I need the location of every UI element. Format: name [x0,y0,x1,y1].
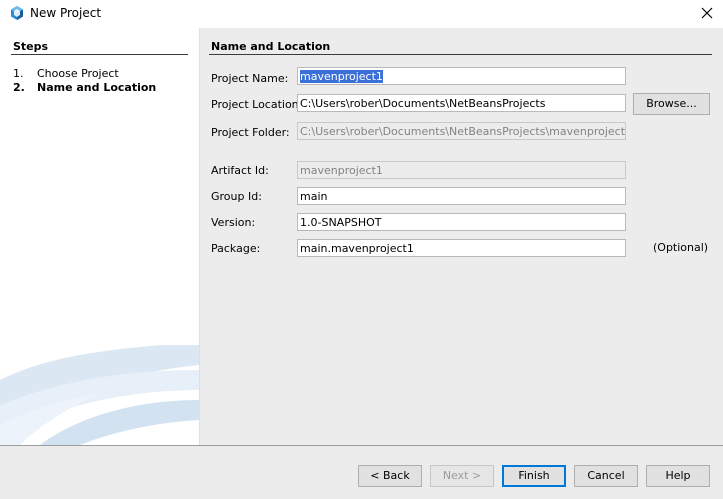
version-label: Version: [211,216,256,229]
name-location-panel: Name and Location Project Name: mavenpro… [200,28,723,445]
version-input[interactable]: 1.0-SNAPSHOT [297,213,626,231]
back-button[interactable]: < Back [358,465,422,487]
step-number: 1. [13,67,24,80]
decorative-swoosh-image [0,345,199,445]
step-choose-project: 1. Choose Project [13,67,119,80]
close-icon [701,7,713,19]
project-name-value: mavenproject1 [300,70,383,83]
package-input[interactable]: main.mavenproject1 [297,239,626,257]
window-title: New Project [30,6,102,20]
close-button[interactable] [695,2,719,24]
package-optional-hint: (Optional) [653,241,709,254]
project-name-label: Project Name: [211,72,289,85]
project-location-input[interactable]: C:\Users\rober\Documents\NetBeansProject… [297,94,626,112]
step-label: Choose Project [37,67,119,80]
next-button: Next > [430,465,494,487]
browse-button[interactable]: Browse... [633,93,710,115]
group-id-input[interactable]: main [297,187,626,205]
artifact-id-label: Artifact Id: [211,164,269,177]
button-bar: < Back Next > Finish Cancel Help [0,445,723,499]
finish-button[interactable]: Finish [502,465,566,487]
cancel-button[interactable]: Cancel [574,465,638,487]
panel-header: Name and Location [211,40,331,53]
project-folder-field: C:\Users\rober\Documents\NetBeansProject… [297,122,626,140]
artifact-id-field: mavenproject1 [297,161,626,179]
step-label: Name and Location [37,81,157,94]
steps-header: Steps [13,40,49,53]
netbeans-logo-icon [9,5,25,21]
project-name-input[interactable]: mavenproject1 [297,67,626,85]
help-button[interactable]: Help [646,465,710,487]
project-location-label: Project Location: [211,98,303,111]
group-id-label: Group Id: [211,190,262,203]
steps-divider [11,54,188,55]
step-name-and-location: 2. Name and Location [13,81,156,94]
title-bar: New Project [0,0,723,28]
step-number: 2. [13,81,25,94]
steps-panel: Steps 1. Choose Project 2. Name and Locati… [0,28,199,445]
panel-header-divider [209,54,712,55]
project-folder-label: Project Folder: [211,126,290,139]
package-label: Package: [211,242,261,255]
